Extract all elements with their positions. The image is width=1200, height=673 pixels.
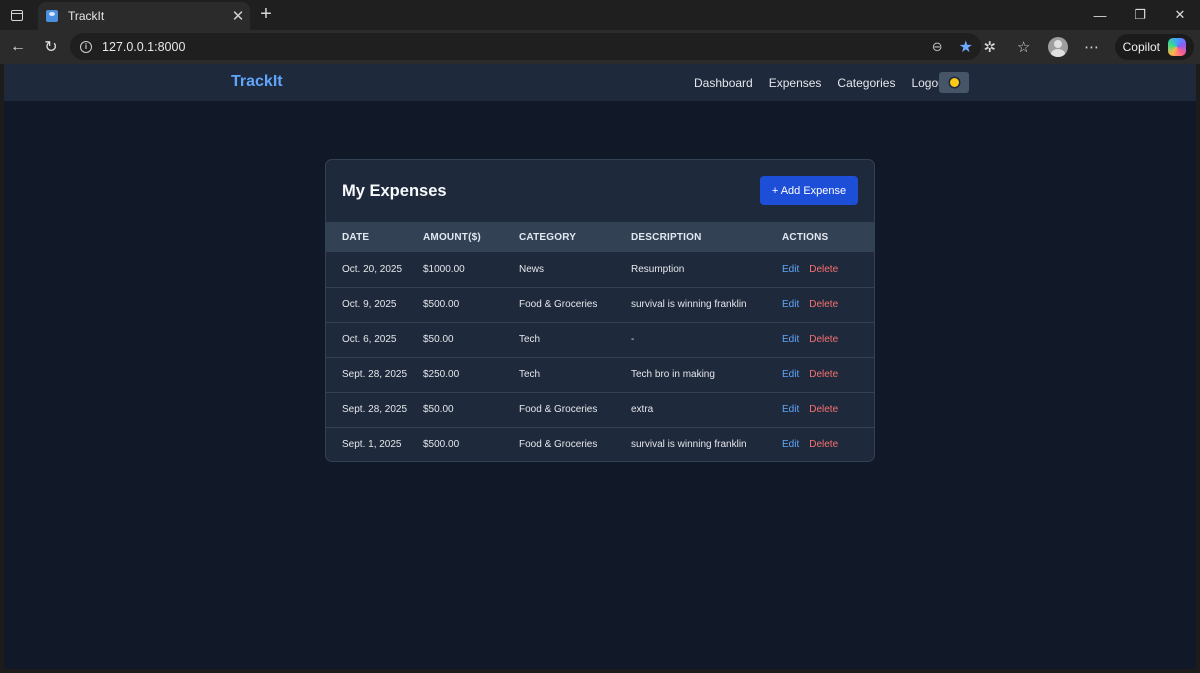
cell-actions: Edit Delete [782, 356, 874, 392]
cell-amount: $1000.00 [423, 263, 465, 275]
table-row: Sept. 1, 2025 $500.00 Food & Groceries s… [326, 426, 874, 461]
address-bar[interactable]: i 127.0.0.1:8000 ⊖ ★ [70, 33, 981, 60]
edit-link[interactable]: Edit [782, 404, 799, 415]
cell-amount: $500.00 [423, 426, 519, 461]
cell-date: Oct. 9, 2025 [326, 286, 423, 322]
url-text: 127.0.0.1:8000 [102, 39, 186, 54]
table-row: Sept. 28, 2025 $250.00 Tech Tech bro in … [326, 356, 874, 392]
browser-tab[interactable]: TrackIt ✕ [38, 2, 250, 30]
cell-actions: Edit Delete [782, 426, 874, 461]
cell-description: survival is winning franklin [631, 426, 782, 461]
cell-category: News [519, 263, 545, 275]
cell-description: extra [631, 391, 782, 427]
edit-link[interactable]: Edit [782, 299, 799, 310]
close-window-icon[interactable]: ✕ [1160, 0, 1200, 30]
browser-toolbar: ← ↻ i 127.0.0.1:8000 ⊖ ★ ✲ ☆ ⋯ Copilot [0, 30, 1200, 64]
expenses-table: DATE AMOUNT($) CATEGORY DESCRIPTION ACTI… [326, 222, 874, 461]
brand-logo[interactable]: TrackIt [231, 73, 283, 91]
favorite-star-icon[interactable]: ★ [959, 37, 973, 57]
browser-tabbar: TrackIt ✕ + — ❐ ✕ [0, 0, 1200, 30]
window-menu-icon[interactable] [0, 0, 34, 30]
copilot-icon [1168, 38, 1186, 56]
cell-description: survival is winning franklin [631, 286, 782, 322]
cell-amount: $50.00 [423, 321, 519, 357]
table-row: Oct. 9, 2025 $500.00 Food & Groceries su… [326, 286, 874, 322]
cell-amount: $50.00 [423, 391, 519, 427]
delete-link[interactable]: Delete [809, 334, 838, 345]
delete-link[interactable]: Delete [809, 369, 838, 380]
copilot-label: Copilot [1122, 40, 1160, 54]
header-date: DATE [342, 231, 370, 243]
new-tab-icon[interactable]: + [256, 3, 276, 25]
cell-category: Food & Groceries [519, 391, 631, 427]
theme-toggle-button[interactable] [939, 72, 969, 93]
edit-link[interactable]: Edit [782, 369, 799, 380]
edit-link[interactable]: Edit [782, 334, 799, 345]
nav-dashboard[interactable]: Dashboard [694, 76, 753, 90]
cell-category: Food & Groceries [519, 286, 631, 322]
table-row: Sept. 28, 2025 $50.00 Food & Groceries e… [326, 391, 874, 427]
edit-link[interactable]: Edit [782, 264, 799, 275]
cell-date: Sept. 1, 2025 [326, 426, 423, 461]
back-icon[interactable]: ← [3, 32, 33, 62]
cell-date: Sept. 28, 2025 [326, 356, 423, 392]
add-expense-button[interactable]: + Add Expense [760, 176, 858, 205]
cell-date: Oct. 6, 2025 [326, 321, 423, 357]
cell-amount: $500.00 [423, 286, 519, 322]
nav-categories[interactable]: Categories [837, 76, 895, 90]
sun-icon [949, 78, 959, 87]
browser-tools: ✲ ☆ ⋯ Copilot [973, 30, 1200, 64]
page-viewport: TrackIt Dashboard Expenses Categories Lo… [4, 64, 1196, 669]
cell-actions: Edit Delete [782, 252, 874, 287]
card-header: My Expenses + Add Expense [326, 160, 874, 222]
delete-link[interactable]: Delete [809, 299, 838, 310]
cell-actions: Edit Delete [782, 286, 874, 322]
table-header-row: DATE AMOUNT($) CATEGORY DESCRIPTION ACTI… [326, 222, 874, 252]
cell-category: Tech [519, 356, 631, 392]
nav-expenses[interactable]: Expenses [769, 76, 822, 90]
delete-link[interactable]: Delete [809, 404, 838, 415]
header-category: CATEGORY [519, 231, 577, 243]
restore-icon[interactable]: ❐ [1120, 0, 1160, 30]
avatar [1047, 37, 1068, 57]
extensions-icon[interactable]: ✲ [973, 38, 1007, 56]
nav-links: Dashboard Expenses Categories Logout [694, 64, 964, 101]
cell-actions: Edit Delete [782, 391, 874, 427]
favicon-icon [46, 10, 58, 22]
refresh-icon[interactable]: ↻ [36, 32, 66, 62]
favorites-icon[interactable]: ☆ [1007, 38, 1041, 56]
cell-date: Oct. 20, 2025 [342, 263, 403, 275]
cell-description: - [631, 321, 782, 357]
page-title: My Expenses [342, 182, 447, 200]
more-options-icon[interactable]: ⋯ [1075, 38, 1109, 56]
zoom-icon[interactable]: ⊖ [932, 39, 943, 55]
cell-date: Sept. 28, 2025 [326, 391, 423, 427]
copilot-button[interactable]: Copilot [1114, 34, 1194, 60]
cell-description: Tech bro in making [631, 356, 782, 392]
header-actions: ACTIONS [782, 231, 829, 243]
minimize-icon[interactable]: — [1080, 0, 1120, 30]
window-controls: — ❐ ✕ [1080, 0, 1200, 30]
cell-category: Food & Groceries [519, 426, 631, 461]
tab-title: TrackIt [68, 9, 105, 23]
cell-amount: $250.00 [423, 356, 519, 392]
cell-category: Tech [519, 321, 631, 357]
site-info-icon[interactable]: i [80, 40, 92, 53]
profile-button[interactable] [1041, 37, 1075, 57]
table-row: Oct. 20, 2025 $1000.00 News Resumption E… [326, 252, 874, 287]
expenses-card: My Expenses + Add Expense DATE AMOUNT($)… [325, 159, 875, 462]
table-row: Oct. 6, 2025 $50.00 Tech - Edit Delete [326, 321, 874, 357]
app-navbar: TrackIt Dashboard Expenses Categories Lo… [4, 64, 1196, 101]
edit-link[interactable]: Edit [782, 439, 799, 450]
delete-link[interactable]: Delete [809, 439, 838, 450]
header-amount: AMOUNT($) [423, 231, 481, 243]
close-tab-icon[interactable]: ✕ [226, 7, 250, 25]
cell-actions: Edit Delete [782, 321, 874, 357]
delete-link[interactable]: Delete [809, 264, 838, 275]
cell-description: Resumption [631, 263, 685, 275]
header-description: DESCRIPTION [631, 231, 702, 243]
